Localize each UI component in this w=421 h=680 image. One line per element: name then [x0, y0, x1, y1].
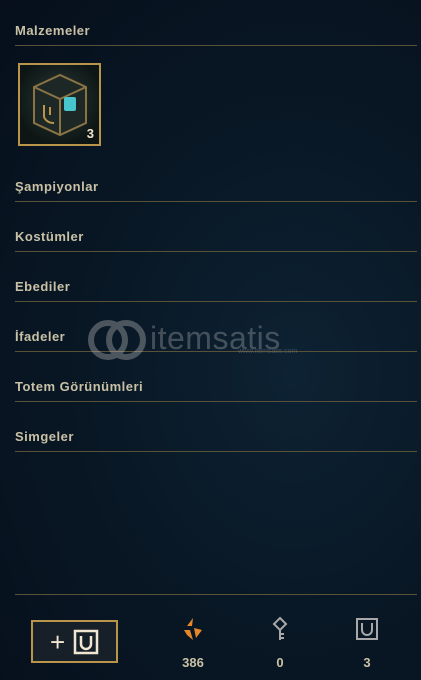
watermark-logo-icon: [88, 320, 146, 360]
section-skins[interactable]: Kostümler: [15, 227, 417, 252]
plus-icon: +: [50, 627, 66, 657]
chest-count-value: 3: [363, 655, 371, 670]
orange-essence-icon: [184, 618, 202, 640]
currency-orange-essence: 386: [163, 616, 223, 670]
section-label-emotes: İfadeler: [15, 329, 66, 344]
watermark-url: www.itemsatis.com: [238, 348, 298, 355]
item-count: 3: [86, 126, 94, 141]
section-champions[interactable]: Şampiyonlar: [15, 177, 417, 202]
chest-count-icon: [356, 618, 378, 640]
section-label-materials: Malzemeler: [15, 23, 91, 38]
key-icon: [272, 616, 288, 640]
section-label-champions: Şampiyonlar: [15, 179, 99, 194]
watermark: itemsatis www.itemsatis.com: [88, 318, 328, 362]
section-eternals[interactable]: Ebediler: [15, 277, 417, 302]
section-ward-skins[interactable]: Totem Görünümleri: [15, 377, 417, 402]
section-materials[interactable]: Malzemeler: [15, 21, 417, 46]
orange-essence-value: 386: [182, 655, 204, 670]
section-label-eternals: Ebediler: [15, 279, 71, 294]
chest-icon: [73, 629, 99, 655]
footer-divider: [15, 594, 417, 595]
section-label-ward-skins: Totem Görünümleri: [15, 379, 144, 394]
currency-chests: 3: [337, 616, 397, 670]
section-label-skins: Kostümler: [15, 229, 84, 244]
currency-keys: 0: [250, 616, 310, 670]
materials-item-hextech-chest[interactable]: 3: [18, 63, 101, 146]
section-icons[interactable]: Simgeler: [15, 427, 417, 452]
key-value: 0: [276, 655, 284, 670]
add-chest-button[interactable]: +: [31, 620, 118, 663]
section-label-icons: Simgeler: [15, 429, 74, 444]
